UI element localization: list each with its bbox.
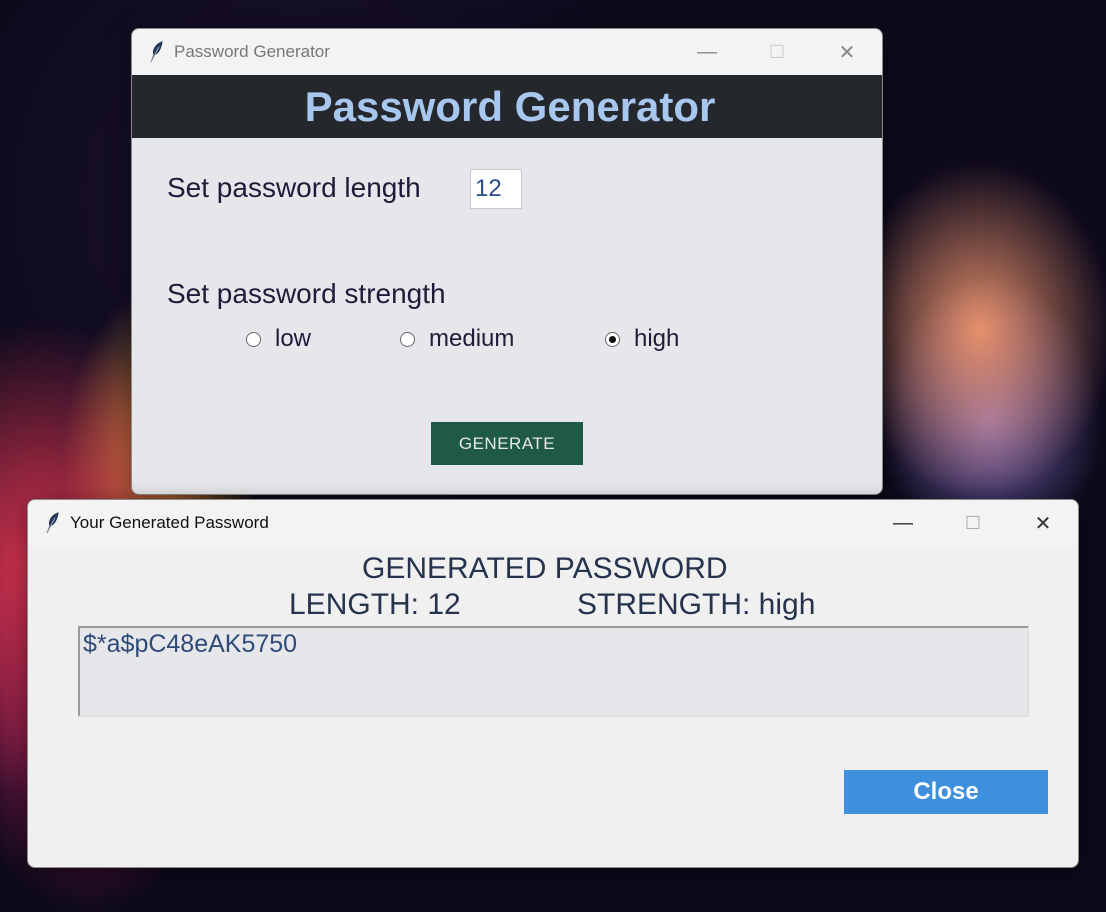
radio-high[interactable]: high <box>605 325 679 353</box>
radio-indicator[interactable] <box>246 331 261 347</box>
feather-icon <box>42 511 62 535</box>
generate-button[interactable]: GENERATE <box>431 422 583 465</box>
radio-low[interactable]: low <box>246 325 311 353</box>
radio-indicator[interactable] <box>400 331 415 347</box>
radio-label-high: high <box>634 325 680 352</box>
window-title: Your Generated Password <box>70 513 269 532</box>
minimize-button[interactable]: — <box>868 500 938 546</box>
strength-label: Set password strength <box>167 278 446 309</box>
maximize-button[interactable]: ☐ <box>938 500 1008 546</box>
password-textbox[interactable]: $*a$pC48eAK5750 <box>78 626 1029 717</box>
radio-indicator-selected[interactable] <box>605 331 620 347</box>
window-title: Password Generator <box>174 42 330 61</box>
header-band: Password Generator <box>132 75 882 138</box>
minimize-button[interactable]: — <box>672 29 742 75</box>
radio-label-low: low <box>275 325 312 352</box>
generated-password-window: Your Generated Password — ☐ ✕ GENERATED … <box>27 499 1079 868</box>
radio-label-medium: medium <box>429 325 515 352</box>
length-label: Set password length <box>167 172 421 203</box>
close-button[interactable]: Close <box>844 770 1048 814</box>
radio-medium[interactable]: medium <box>400 325 514 353</box>
strength-text: STRENGTH: high <box>577 588 816 621</box>
maximize-button[interactable]: ☐ <box>742 29 812 75</box>
length-text: LENGTH: 12 <box>289 588 461 621</box>
header-title: Password Generator <box>304 82 716 130</box>
feather-icon <box>146 40 166 64</box>
password-generator-window: Password Generator — ☐ ✕ Password Genera… <box>131 28 883 495</box>
titlebar[interactable]: Your Generated Password — ☐ ✕ <box>28 500 1078 546</box>
close-window-button[interactable]: ✕ <box>812 29 882 75</box>
close-window-button[interactable]: ✕ <box>1008 500 1078 546</box>
result-heading: GENERATED PASSWORD <box>362 552 728 585</box>
length-input[interactable] <box>470 169 522 209</box>
titlebar[interactable]: Password Generator — ☐ ✕ <box>132 29 882 75</box>
